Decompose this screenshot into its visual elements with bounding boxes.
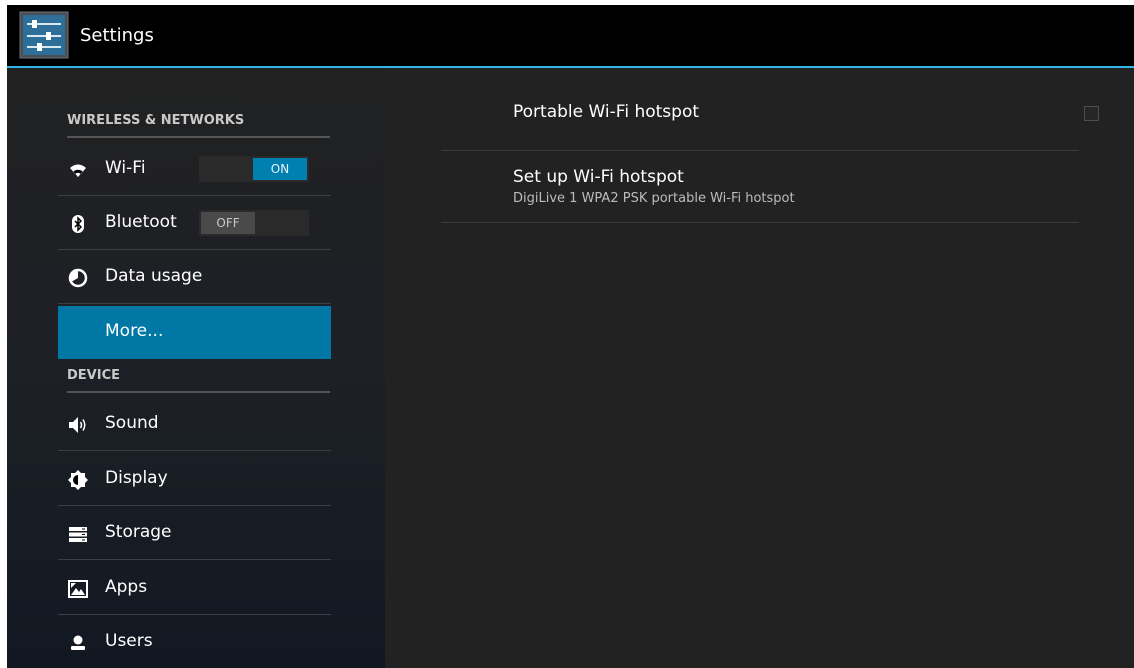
sidebar-item-data-usage[interactable]: Data usage — [58, 251, 331, 304]
section-header-device: DEVICE — [67, 368, 330, 393]
bluetooth-toggle[interactable]: OFF — [199, 210, 309, 236]
speaker-icon — [69, 417, 86, 433]
detail-pane: Portable Wi-Fi hotspot Set up Wi-Fi hots… — [385, 68, 1134, 668]
bluetooth-icon — [72, 215, 84, 233]
sidebar-item-label: Data usage — [105, 266, 203, 286]
sidebar-item-label: Storage — [105, 522, 172, 542]
sidebar-item-label: Display — [105, 468, 168, 488]
section-header-wireless: WIRELESS & NETWORKS — [67, 113, 330, 138]
data-usage-icon — [68, 268, 88, 288]
sidebar-item-sound[interactable]: Sound — [58, 398, 331, 451]
sidebar-item-storage[interactable]: Storage — [58, 507, 331, 560]
sidebar-item-label: Wi-Fi — [105, 158, 146, 178]
sidebar-item-label: Apps — [105, 577, 148, 597]
setup-hotspot-title: Set up Wi-Fi hotspot — [513, 167, 684, 187]
app-title: Settings — [80, 25, 154, 46]
apps-icon — [68, 580, 88, 598]
setup-hotspot-row[interactable]: Set up Wi-Fi hotspot DigiLive 1 WPA2 PSK… — [441, 151, 1079, 221]
settings-app-icon[interactable] — [19, 11, 69, 59]
portable-hotspot-title: Portable Wi-Fi hotspot — [513, 102, 700, 122]
wifi-toggle-state: ON — [253, 158, 307, 180]
bluetooth-toggle-state: OFF — [201, 212, 255, 234]
sidebar-item-display[interactable]: Display — [58, 453, 331, 506]
action-bar: Settings — [7, 5, 1134, 66]
sidebar-item-bluetooth[interactable]: Bluetooth OFF — [58, 197, 331, 250]
user-icon — [71, 635, 85, 650]
storage-icon — [69, 527, 87, 542]
sidebar-item-more[interactable]: More... — [58, 306, 331, 359]
sidebar-item-label: More... — [105, 321, 164, 341]
settings-sidebar: WIRELESS & NETWORKS Wi-Fi ON Bluetooth O… — [7, 68, 385, 668]
setup-hotspot-summary: DigiLive 1 WPA2 PSK portable Wi-Fi hotsp… — [513, 191, 795, 206]
sidebar-item-users[interactable]: Users — [58, 616, 331, 668]
sidebar-item-wifi[interactable]: Wi-Fi ON — [58, 143, 331, 196]
portable-hotspot-row[interactable]: Portable Wi-Fi hotspot — [441, 68, 1099, 148]
sidebar-item-label: Bluetooth — [105, 212, 178, 232]
wifi-toggle[interactable]: ON — [199, 156, 309, 182]
wifi-icon — [70, 164, 86, 177]
settings-screen: Settings WIRELESS & NETWORKS Wi-Fi ON Bl… — [7, 5, 1134, 668]
sidebar-item-apps[interactable]: Apps — [58, 562, 331, 615]
sidebar-item-label: Sound — [105, 413, 159, 433]
portable-hotspot-checkbox[interactable] — [1084, 106, 1099, 121]
brightness-icon — [68, 470, 88, 490]
divider — [441, 222, 1079, 223]
sidebar-item-label: Users — [105, 631, 153, 651]
